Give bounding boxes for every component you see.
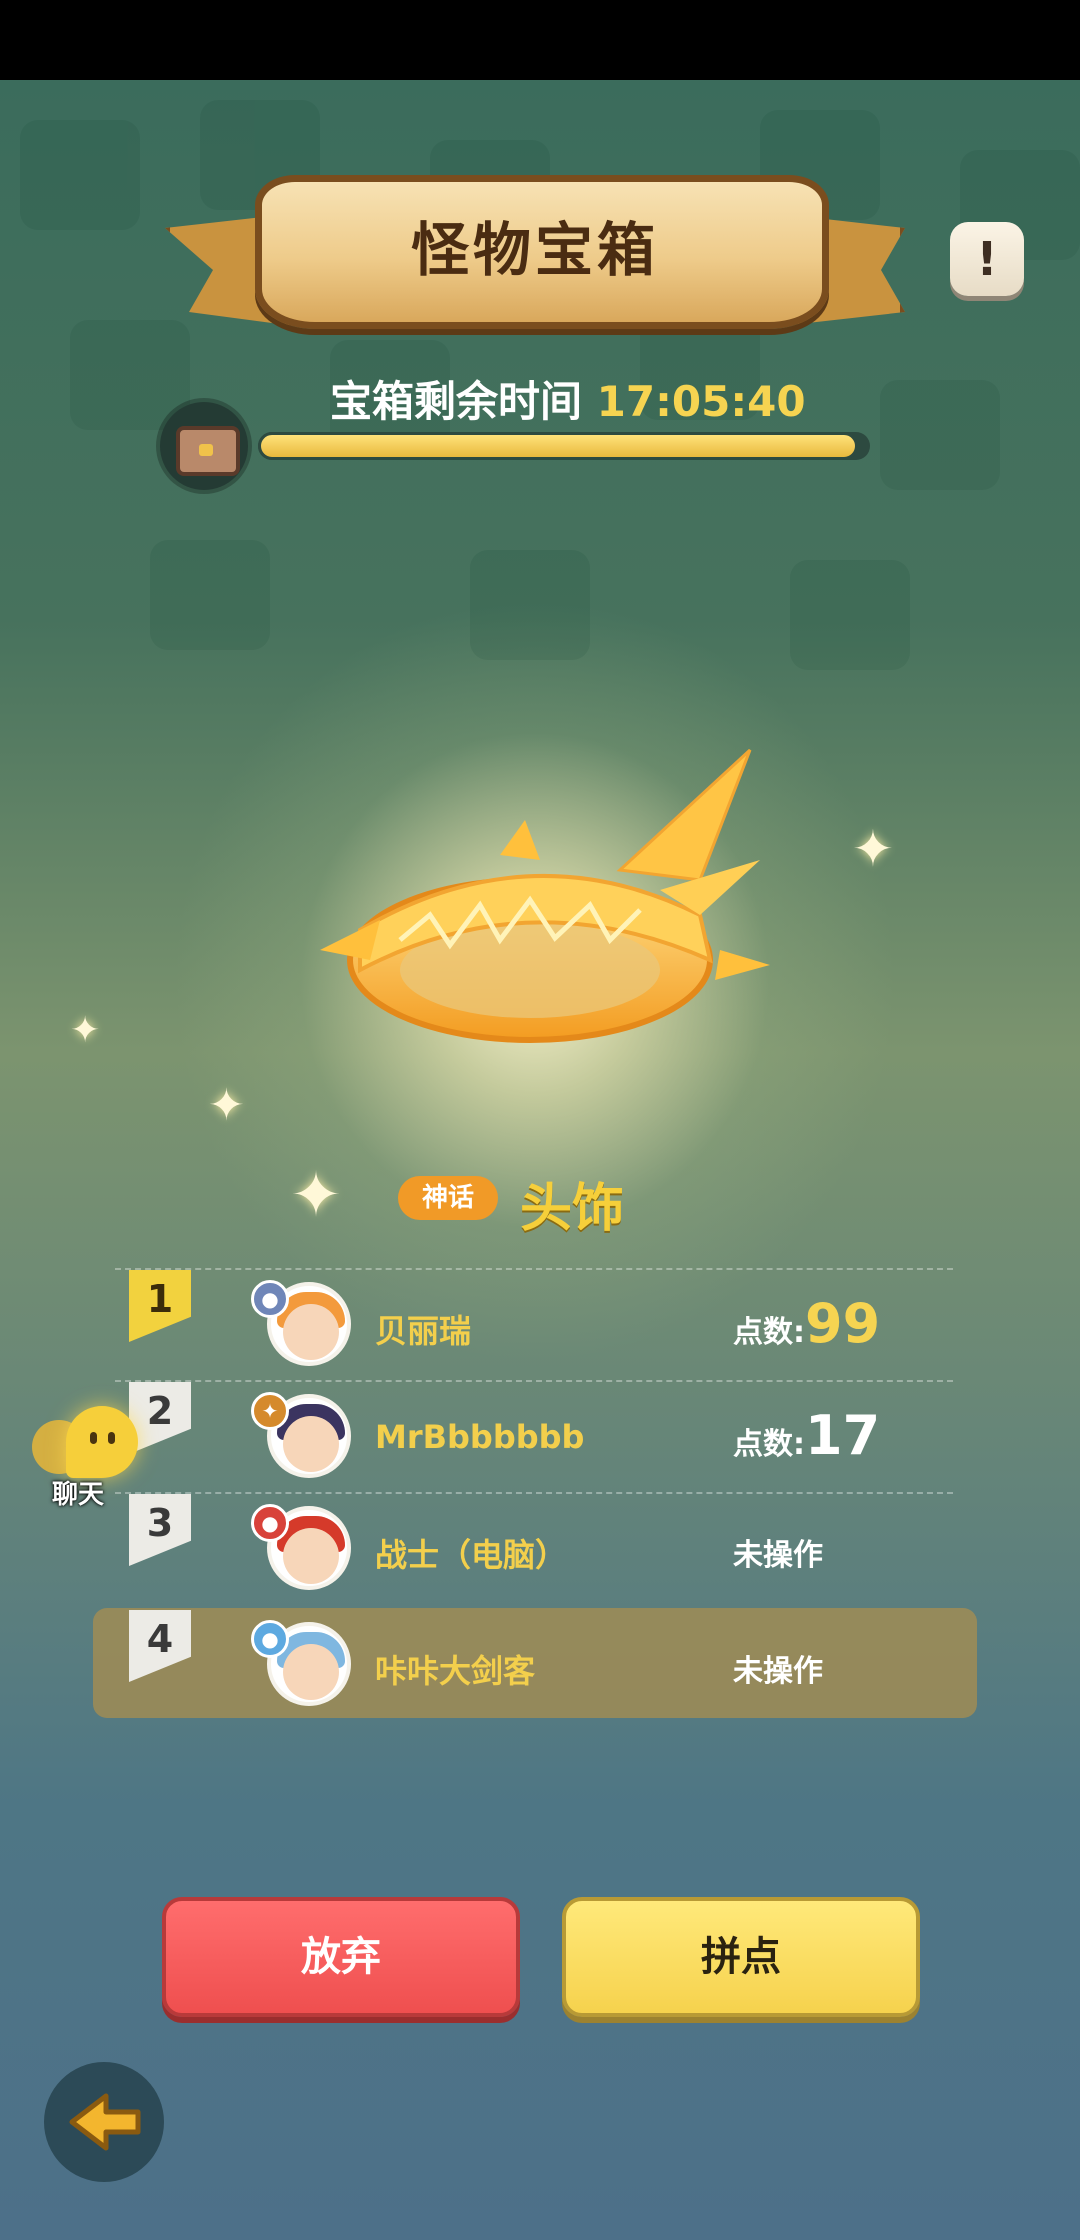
back-button[interactable]: [44, 2062, 164, 2182]
player-status: 未操作: [733, 1538, 823, 1573]
exclamation-icon: !: [976, 232, 998, 286]
status-bar: [0, 0, 1080, 80]
sparkle-icon: ✦: [70, 1010, 101, 1051]
title-banner: 怪物宝箱: [165, 165, 905, 345]
player-name: 贝丽瑞: [375, 1312, 472, 1350]
page-title: 怪物宝箱: [410, 216, 659, 284]
player-name: 战士（电脑）: [375, 1536, 568, 1574]
player-row: 1 ● 贝丽瑞 点数:99: [115, 1268, 953, 1378]
player-name: MrBbbbbbb: [375, 1418, 585, 1456]
rank-badge: 4: [129, 1610, 191, 1682]
timer-value: 17:05:40: [596, 377, 806, 426]
timer-label: 宝箱剩余时间: [330, 377, 583, 426]
timer-progress-bar: [258, 432, 870, 460]
sparkle-icon: ✦: [290, 1158, 342, 1231]
class-icon: ✦: [251, 1392, 289, 1430]
rarity-badge: 神话: [398, 1176, 498, 1220]
timer-progress-fill: [258, 432, 858, 460]
treasure-chest-icon: [160, 402, 248, 490]
player-score: 点数:99: [733, 1292, 881, 1355]
item-name: 头饰: [520, 1179, 625, 1239]
chest-timer: 宝箱剩余时间 17:05:40: [330, 368, 806, 429]
class-icon: ●: [251, 1620, 289, 1658]
player-name: 咔咔大剑客: [375, 1652, 536, 1690]
player-status: 未操作: [733, 1654, 823, 1689]
chat-label: 聊天: [52, 1480, 105, 1510]
player-row-self: 4 ● 咔咔大剑客 未操作: [93, 1608, 977, 1718]
class-icon: ●: [251, 1280, 289, 1318]
sparkle-icon: ✦: [852, 820, 894, 878]
headband-item-icon: [320, 748, 770, 1043]
player-row: 2 ✦ MrBbbbbbb 点数:17: [115, 1380, 953, 1490]
rank-badge: 1: [129, 1270, 191, 1342]
chat-face-icon: [66, 1406, 138, 1478]
player-row: 3 ● 战士（电脑） 未操作: [115, 1492, 953, 1602]
give-up-button[interactable]: 放弃: [162, 1897, 520, 2017]
back-arrow-icon: [69, 2093, 141, 2151]
roll-button[interactable]: 拼点: [562, 1897, 920, 2017]
class-icon: ●: [251, 1504, 289, 1542]
sparkle-icon: ✦: [208, 1080, 245, 1131]
info-button[interactable]: !: [950, 222, 1024, 296]
chat-button[interactable]: 聊天: [30, 1402, 150, 1512]
player-score: 点数:17: [733, 1404, 881, 1467]
